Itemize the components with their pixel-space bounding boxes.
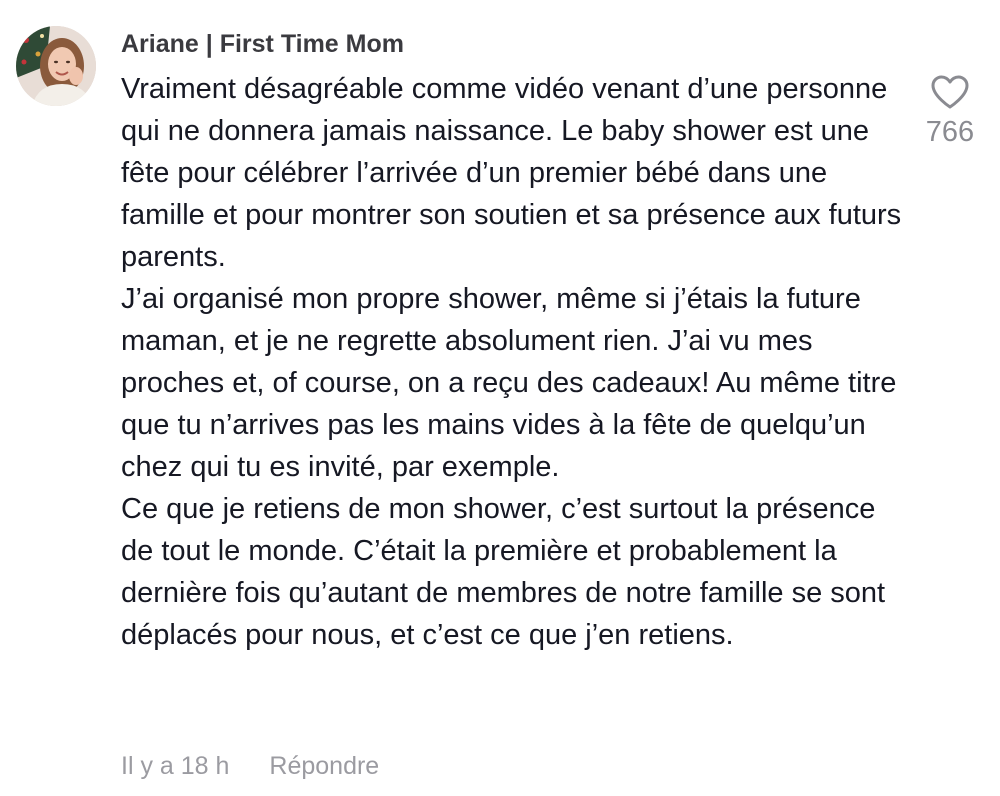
comment-text: Vraiment désagréable comme vidéo venant … [121,68,911,656]
comment-timestamp: Il y a 18 h [121,752,230,780]
heart-outline-icon [931,75,969,109]
comment-author[interactable]: Ariane | First Time Mom [121,30,404,59]
avatar[interactable] [16,26,96,106]
like-count: 766 [925,116,975,148]
comment-paragraph: J’ai organisé mon propre shower, même si… [121,283,897,483]
like-button[interactable]: 766 [918,74,982,149]
avatar-photo [16,26,96,106]
reply-button[interactable]: Répondre [269,752,379,781]
comment-paragraph: Ce que je retiens de mon shower, c’est s… [121,493,886,651]
comment-item: Ariane | First Time Mom Vraiment désagré… [0,0,1000,796]
comment-paragraph: Vraiment désagréable comme vidéo venant … [121,73,902,273]
comment-meta: Il y a 18 h Répondre [121,752,379,781]
